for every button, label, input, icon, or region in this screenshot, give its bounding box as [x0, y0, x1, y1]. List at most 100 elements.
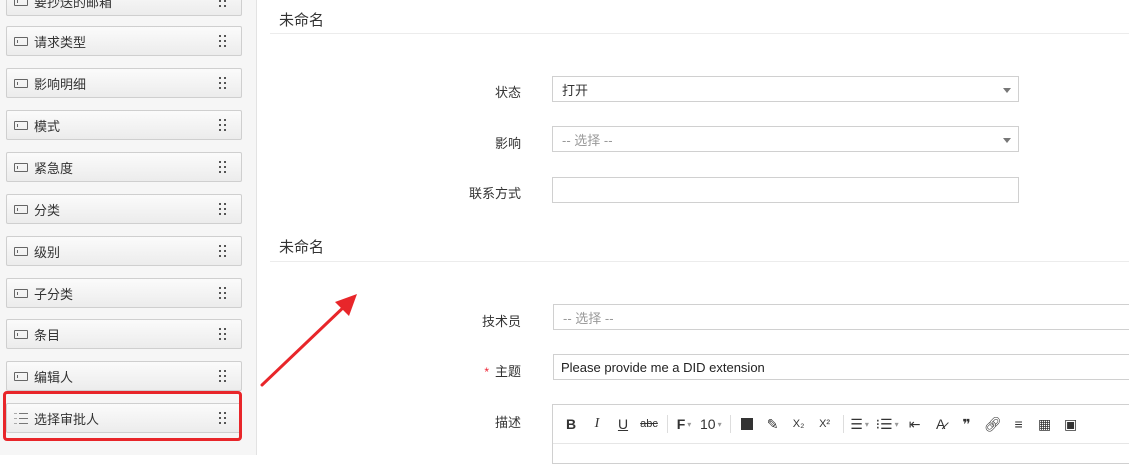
- blockquote-button[interactable]: ❞: [955, 413, 979, 435]
- field-item-label: 模式: [34, 118, 61, 134]
- drag-handle-icon[interactable]: [219, 0, 227, 7]
- toolbar-separator: [729, 415, 731, 433]
- highlight-annotation-box: [3, 391, 242, 441]
- subject-label: * 主题: [401, 361, 521, 380]
- horizontal-rule-icon: ≡: [1014, 416, 1023, 432]
- field-item-category[interactable]: 分类: [6, 194, 242, 224]
- drag-handle-icon[interactable]: [219, 328, 227, 340]
- horizontal-rule-button[interactable]: ≡: [1007, 413, 1031, 435]
- field-item-impact-details[interactable]: 影响明细: [6, 68, 242, 98]
- font-size-button[interactable]: 10 ▾: [698, 413, 724, 435]
- dropdown-field-icon: [14, 162, 28, 172]
- clear-format-icon: A̷: [935, 416, 946, 432]
- list-button[interactable]: ⁝☰ ▾: [874, 413, 901, 435]
- font-family-label: F: [676, 416, 686, 432]
- table-icon: ▦: [1038, 415, 1052, 432]
- bold-button[interactable]: B: [559, 413, 583, 435]
- impact-select[interactable]: -- 选择 --: [552, 126, 1019, 152]
- drag-handle-icon[interactable]: [219, 35, 227, 47]
- field-item-label: 要抄送的邮箱: [34, 0, 113, 10]
- technician-label: 技术员: [481, 314, 521, 329]
- dropdown-field-icon: [14, 204, 28, 214]
- text-color-button[interactable]: [735, 413, 759, 435]
- description-label: 描述: [494, 415, 521, 430]
- red-arrow-annotation: [260, 294, 357, 387]
- editor-toolbar: B I U abc F ▾ 10 ▾ ✎ X₂ X² ☰ ▾ ⁝☰ ▾ ⇤ A̷ ❞ 🔗…: [553, 405, 1129, 444]
- field-item-label: 编辑人: [34, 369, 74, 385]
- text-color-icon: [740, 418, 753, 430]
- pen-icon: ✎: [766, 415, 779, 432]
- drag-handle-icon[interactable]: [219, 370, 227, 382]
- table-button[interactable]: ▦: [1033, 413, 1057, 435]
- impact-select-placeholder: -- 选择 --: [562, 132, 613, 148]
- field-item-mode[interactable]: 模式: [6, 110, 242, 140]
- field-palette-sidebar: 要抄送的邮箱 请求类型 影响明细 模式 紧急度 分类 级别 子分类 条目 编辑人…: [0, 0, 257, 455]
- section-title: 未命名: [279, 239, 325, 256]
- field-item-cc-email[interactable]: 要抄送的邮箱: [6, 0, 242, 16]
- field-item-item[interactable]: 条目: [6, 319, 242, 349]
- status-select[interactable]: 打开: [552, 76, 1019, 102]
- technician-select-placeholder: -- 选择 --: [563, 310, 614, 326]
- contact-input[interactable]: [552, 177, 1019, 203]
- chevron-down-icon: [1003, 138, 1011, 143]
- chevron-down-icon: ▾: [717, 419, 722, 429]
- section-divider: [270, 33, 1129, 34]
- input-field-icon: [14, 78, 28, 88]
- strikethrough-button[interactable]: abc: [637, 413, 661, 435]
- drag-handle-icon[interactable]: [219, 161, 227, 173]
- clear-format-button[interactable]: A̷: [929, 413, 953, 435]
- highlight-color-button[interactable]: ✎: [761, 413, 785, 435]
- technician-select[interactable]: -- 选择 --: [553, 304, 1129, 330]
- chevron-down-icon: ▾: [864, 419, 869, 429]
- superscript-button[interactable]: X²: [813, 413, 837, 435]
- section-title: 未命名: [279, 12, 325, 29]
- field-item-label: 紧急度: [34, 160, 74, 176]
- italic-button[interactable]: I: [585, 413, 609, 435]
- font-family-button[interactable]: F ▾: [672, 413, 696, 435]
- drag-handle-icon[interactable]: [219, 77, 227, 89]
- outdent-button[interactable]: ⇤: [903, 413, 927, 435]
- outdent-icon: ⇤: [908, 415, 921, 432]
- link-icon: 🔗︎: [983, 415, 1002, 432]
- input-field-icon: [14, 371, 28, 381]
- field-item-label: 条目: [34, 327, 61, 343]
- underline-button[interactable]: U: [611, 413, 635, 435]
- align-left-icon: ☰: [850, 415, 863, 432]
- link-button[interactable]: 🔗︎: [981, 413, 1005, 435]
- image-button[interactable]: ▣: [1059, 413, 1083, 435]
- subject-label-text: 主题: [494, 364, 521, 379]
- toolbar-separator: [667, 415, 668, 433]
- field-item-label: 影响明细: [34, 76, 87, 92]
- field-item-label: 分类: [34, 202, 61, 218]
- description-editor[interactable]: B I U abc F ▾ 10 ▾ ✎ X₂ X² ☰ ▾ ⁝☰ ▾ ⇤ A̷ ❞ 🔗…: [552, 404, 1129, 464]
- drag-handle-icon[interactable]: [219, 245, 227, 257]
- drag-handle-icon[interactable]: [219, 119, 227, 131]
- status-label: 状态: [494, 85, 521, 100]
- field-item-subcategory[interactable]: 子分类: [6, 278, 242, 308]
- chevron-down-icon: [1003, 88, 1011, 93]
- status-select-value: 打开: [562, 82, 589, 98]
- field-item-level[interactable]: 级别: [6, 236, 242, 266]
- impact-label: 影响: [494, 136, 521, 151]
- subject-input[interactable]: Please provide me a DID extension: [553, 354, 1129, 380]
- dropdown-field-icon: [14, 288, 28, 298]
- image-icon: ▣: [1064, 415, 1078, 432]
- font-size-label: 10: [700, 416, 716, 432]
- drag-handle-icon[interactable]: [219, 287, 227, 299]
- align-button[interactable]: ☰ ▾: [848, 413, 872, 435]
- dropdown-field-icon: [14, 120, 28, 130]
- bullet-list-icon: ⁝☰: [875, 415, 893, 432]
- field-item-urgency[interactable]: 紧急度: [6, 152, 242, 182]
- field-item-request-type[interactable]: 请求类型: [6, 26, 242, 56]
- section-divider: [270, 261, 1129, 262]
- input-field-icon: [14, 0, 28, 6]
- field-item-label: 级别: [34, 244, 61, 260]
- dropdown-field-icon: [14, 36, 28, 46]
- field-item-editor[interactable]: 编辑人: [6, 361, 242, 391]
- toolbar-separator: [842, 415, 844, 433]
- dropdown-field-icon: [14, 329, 28, 339]
- drag-handle-icon[interactable]: [219, 203, 227, 215]
- subscript-button[interactable]: X₂: [787, 413, 811, 435]
- field-item-label: 子分类: [34, 286, 74, 302]
- chevron-down-icon: ▾: [894, 419, 899, 429]
